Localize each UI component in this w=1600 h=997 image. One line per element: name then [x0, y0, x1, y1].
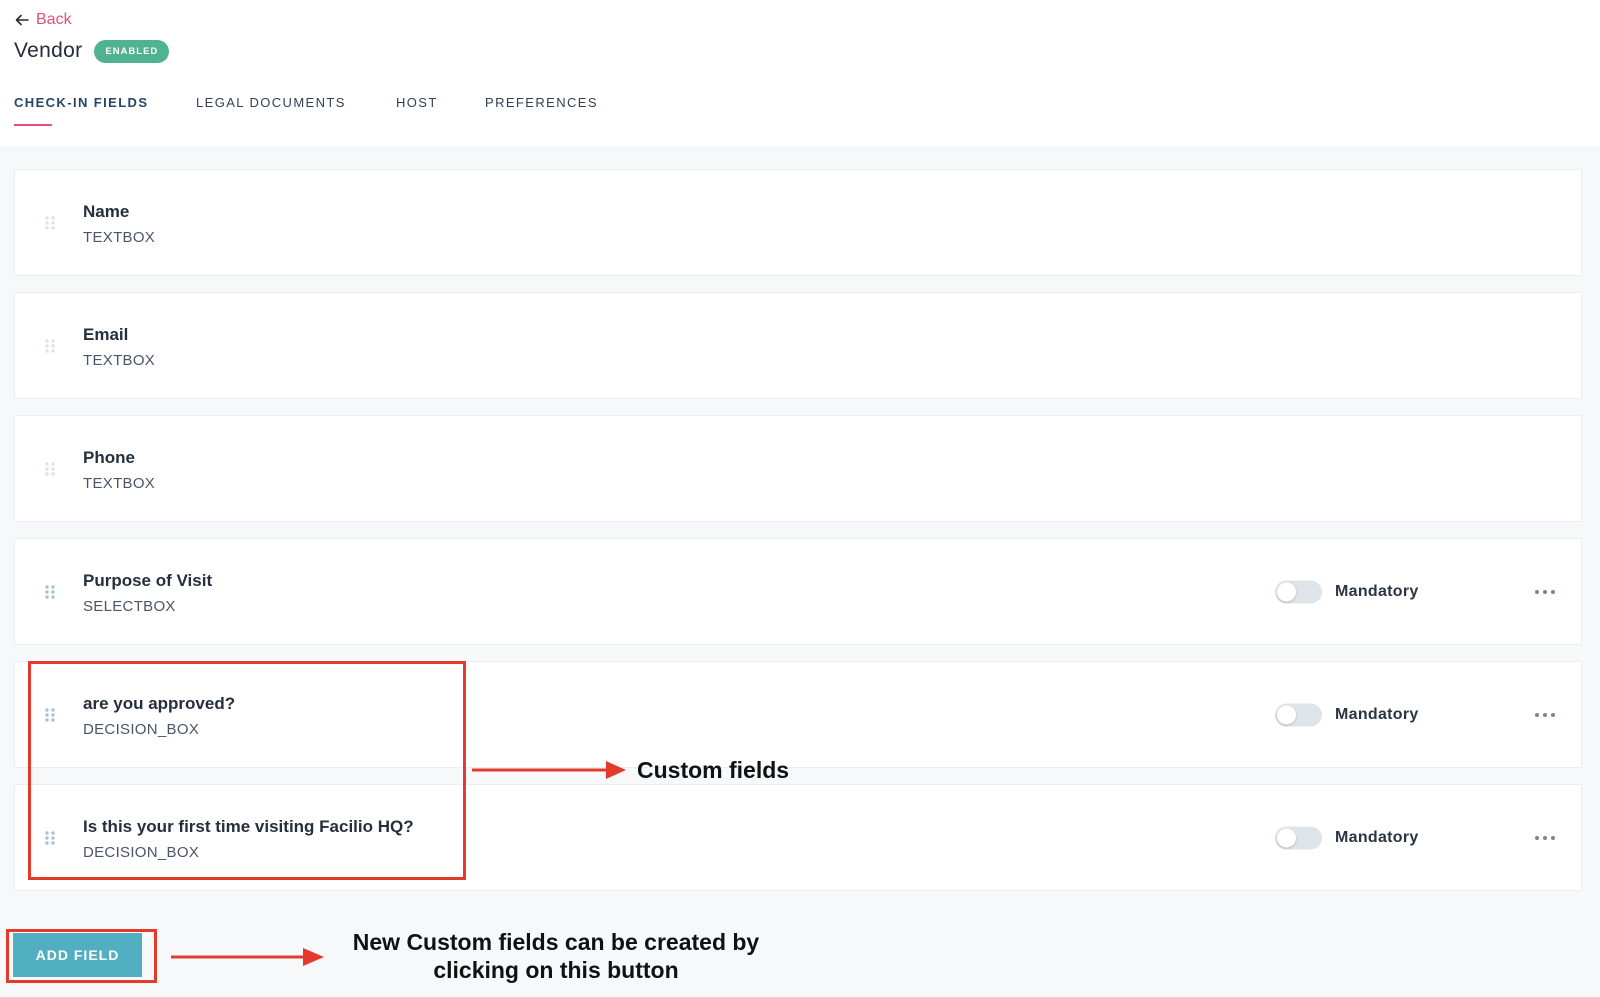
field-card-name[interactable]: Name TEXTBOX — [14, 169, 1582, 276]
field-name: Name — [83, 202, 130, 221]
title-row: Vendor ENABLED — [14, 39, 170, 63]
mandatory-label: Mandatory — [1335, 582, 1419, 600]
more-options-icon[interactable] — [1533, 587, 1557, 597]
arrow-left-icon — [15, 14, 29, 26]
page-header: Back Vendor ENABLED CHECK-IN FIELDS LEGA… — [0, 0, 1600, 146]
tab-label: HOST — [396, 95, 438, 110]
mandatory-toggle[interactable] — [1275, 826, 1322, 849]
add-field-highlight-box — [6, 929, 157, 983]
mandatory-label: Mandatory — [1335, 828, 1419, 846]
field-name: Email — [83, 325, 129, 344]
tab-host[interactable]: HOST — [396, 95, 438, 129]
tab-check-in-fields[interactable]: CHECK-IN FIELDS — [14, 95, 148, 129]
mandatory-label: Mandatory — [1335, 705, 1419, 723]
mandatory-toggle[interactable] — [1275, 580, 1322, 603]
field-type: TEXTBOX — [83, 229, 156, 246]
annotation-arrow-icon — [171, 948, 324, 966]
tab-label: PREFERENCES — [485, 95, 598, 110]
field-card-purpose-of-visit[interactable]: Purpose of Visit SELECTBOX Mandatory — [14, 538, 1582, 645]
custom-fields-highlight-box — [28, 661, 466, 880]
drag-handle-icon[interactable] — [44, 584, 56, 600]
status-badge: ENABLED — [94, 39, 170, 63]
field-card-email[interactable]: Email TEXTBOX — [14, 292, 1582, 399]
drag-handle-icon[interactable] — [44, 215, 56, 231]
toggle-knob — [1277, 705, 1296, 724]
field-name: Phone — [83, 448, 135, 467]
mandatory-toggle[interactable] — [1275, 703, 1322, 726]
drag-handle-icon[interactable] — [44, 461, 56, 477]
drag-handle-icon[interactable] — [44, 338, 56, 354]
page-title: Vendor — [14, 39, 83, 62]
toggle-knob — [1277, 582, 1296, 601]
field-name: Purpose of Visit — [83, 571, 213, 590]
tab-legal-documents[interactable]: LEGAL DOCUMENTS — [196, 95, 346, 129]
field-type: SELECTBOX — [83, 598, 176, 615]
add-field-annotation: New Custom fields can be created by clic… — [326, 928, 786, 984]
back-link[interactable]: Back — [14, 11, 72, 29]
field-type: TEXTBOX — [83, 352, 156, 369]
tab-label: CHECK-IN FIELDS — [14, 95, 149, 110]
more-options-icon[interactable] — [1533, 833, 1557, 843]
annotation-arrow-icon — [472, 761, 626, 779]
annotation-line: New Custom fields can be created by — [352, 929, 760, 955]
tab-preferences[interactable]: PREFERENCES — [485, 95, 598, 129]
back-label: Back — [36, 11, 72, 28]
annotation-line: clicking on this button — [433, 957, 679, 983]
toggle-knob — [1277, 828, 1296, 847]
active-tab-indicator — [14, 124, 52, 126]
custom-fields-annotation: Custom fields — [637, 757, 790, 783]
more-options-icon[interactable] — [1533, 710, 1557, 720]
tab-label: LEGAL DOCUMENTS — [196, 95, 346, 110]
field-card-phone[interactable]: Phone TEXTBOX — [14, 415, 1582, 522]
field-type: TEXTBOX — [83, 475, 156, 492]
